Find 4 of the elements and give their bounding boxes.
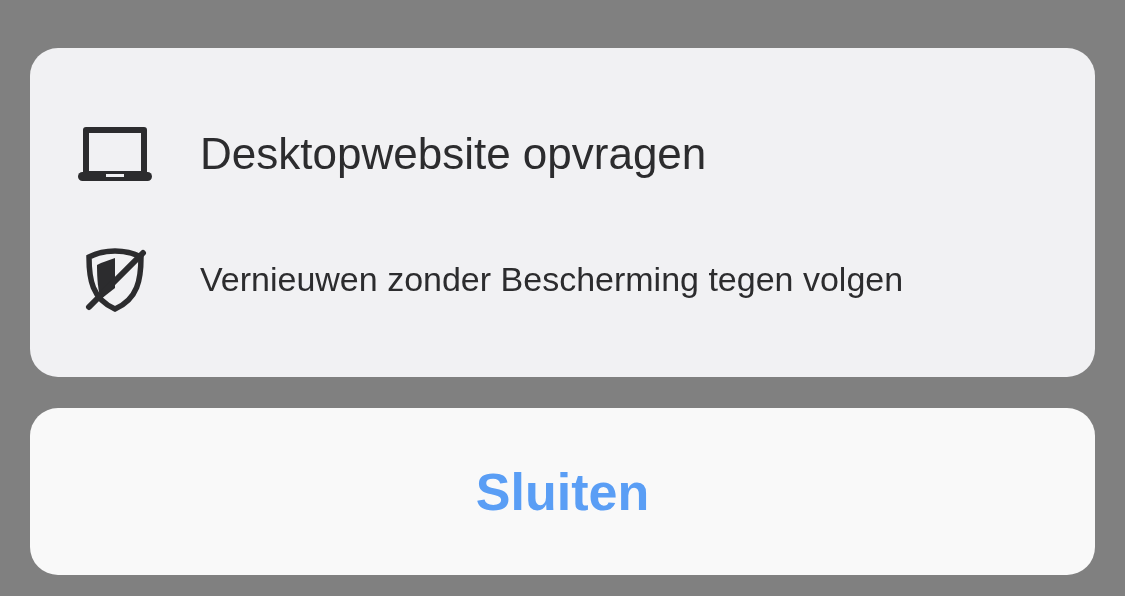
laptop-icon — [78, 125, 152, 182]
menu-item[interactable]: Vernieuwen zonder Bescherming tegen volgen — [200, 254, 904, 305]
menu-item[interactable]: Desktopwebsite opvragen — [200, 120, 707, 187]
shield-crossed-icon — [83, 246, 147, 313]
